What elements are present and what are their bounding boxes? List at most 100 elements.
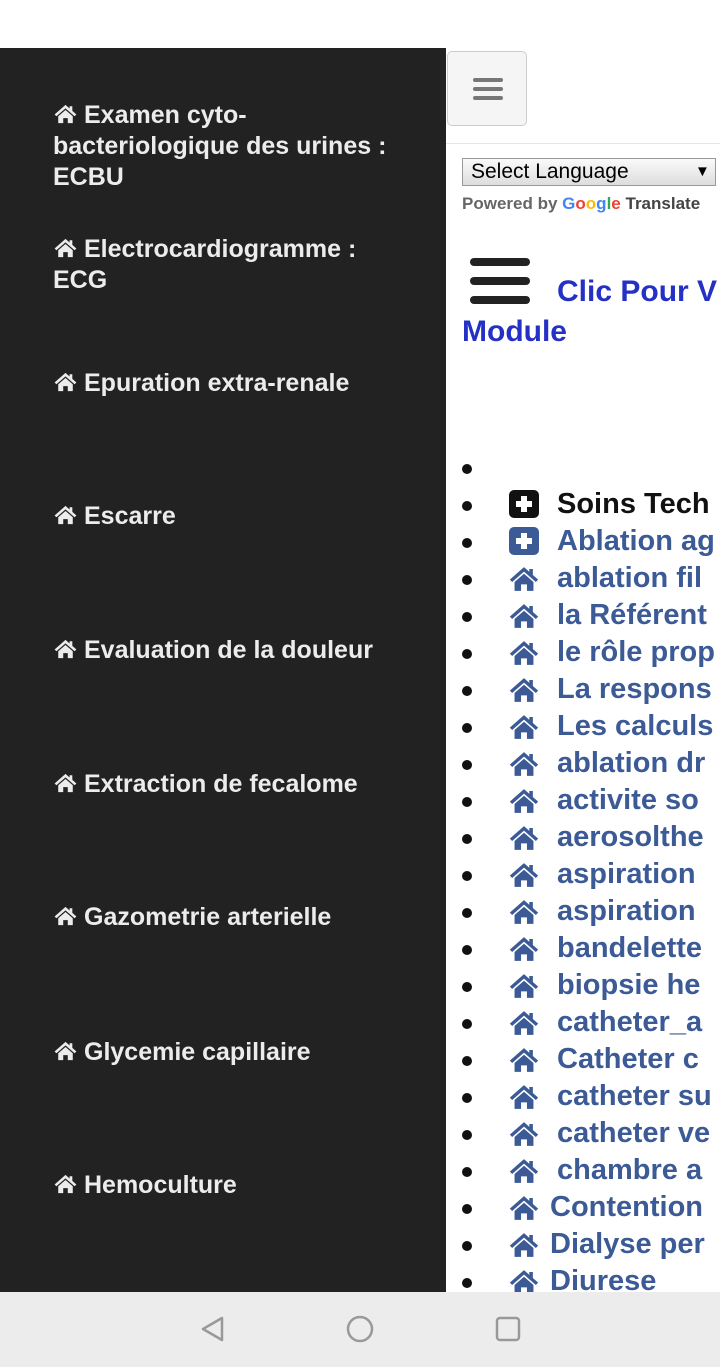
list-item-link[interactable]: Catheter c [557, 1041, 699, 1078]
google-logo: Google [562, 194, 621, 213]
sidebar-item[interactable]: Electrocardiogramme : ECG [53, 234, 413, 296]
home-icon [508, 1231, 540, 1268]
language-select-value: Select Language [471, 160, 629, 183]
bullet [462, 686, 472, 696]
list-item-link[interactable]: ablation dr [557, 745, 705, 782]
sidebar-item-label: Gazometrie arterielle [84, 903, 332, 931]
sidebar-item-label: Epuration extra-renale [84, 369, 350, 397]
list-item-link[interactable]: Ablation ag [557, 523, 715, 560]
bullet [462, 760, 472, 770]
list-item-link[interactable]: catheter_a [557, 1004, 702, 1041]
bullet [462, 908, 472, 918]
language-select[interactable]: Select Language ▼ [462, 158, 716, 186]
list-item-link[interactable]: activite so [557, 782, 699, 819]
home-icon [508, 1046, 540, 1083]
module-link-line1: Clic Pour V [557, 275, 718, 308]
bullet [462, 1093, 472, 1103]
list-item-link[interactable]: aspiration [557, 856, 696, 893]
sidebar-item[interactable]: Evaluation de la douleur [53, 635, 413, 666]
sidebar-item-label: Hemoculture [84, 1171, 237, 1199]
plus-square-icon[interactable] [508, 527, 540, 565]
bullet [462, 612, 472, 622]
home-icon [53, 1038, 84, 1066]
bullet [462, 797, 472, 807]
sidebar-item[interactable]: Glycemie capillaire [53, 1037, 413, 1068]
bullet [462, 982, 472, 992]
sidebar-item[interactable]: Extraction de fecalome [53, 769, 413, 800]
module-link-line2: Module [462, 315, 567, 348]
bullet [462, 834, 472, 844]
home-icon [508, 1120, 540, 1157]
sidebar-item[interactable]: Epuration extra-renale [53, 368, 413, 399]
plus-square-icon[interactable] [508, 490, 540, 528]
home-icon [508, 861, 540, 898]
home-icon [53, 101, 84, 129]
home-icon [53, 1171, 84, 1199]
back-icon[interactable] [198, 1314, 228, 1344]
sidebar-item[interactable]: Hemoculture [53, 1170, 413, 1201]
home-icon [53, 636, 84, 664]
list-item-link[interactable]: Les calculs [557, 708, 713, 745]
bullet [462, 501, 472, 511]
bullet [462, 1278, 472, 1288]
list-item-link[interactable]: Contention [550, 1189, 703, 1226]
android-nav-bar [0, 1292, 720, 1367]
home-icon [508, 898, 540, 935]
bullet [462, 945, 472, 955]
list-item-link[interactable]: aspiration [557, 893, 696, 930]
sidebar-item[interactable]: Gazometrie arterielle [53, 902, 413, 933]
home-icon [508, 824, 540, 861]
list-item-link[interactable]: Dialyse per [550, 1226, 705, 1263]
sidebar: Examen cyto-bacteriologique des urines :… [0, 48, 446, 1292]
sidebar-item[interactable]: Examen cyto-bacteriologique des urines :… [53, 100, 413, 193]
list-item-link[interactable]: catheter ve [557, 1115, 710, 1152]
home-icon [53, 770, 84, 798]
divider [446, 143, 720, 144]
powered-by-label: Powered by [462, 194, 558, 213]
home-icon [508, 602, 540, 639]
home-icon [508, 1194, 540, 1231]
home-icon [508, 1083, 540, 1120]
bullet [462, 575, 472, 585]
list-item-link[interactable]: biopsie he [557, 967, 700, 1004]
list-item-link[interactable]: aerosolthe [557, 819, 704, 856]
bullet [462, 538, 472, 548]
main-content: Select Language ▼ Powered by Google Tran… [446, 48, 720, 1292]
translate-link[interactable]: Translate [626, 194, 701, 213]
list-item-link[interactable]: Diurese [550, 1263, 656, 1292]
bullet [462, 1056, 472, 1066]
home-icon [508, 1157, 540, 1194]
list-item-link[interactable]: la Référent [557, 597, 707, 634]
home-circle-icon[interactable] [345, 1314, 375, 1344]
list-item-link[interactable]: Soins Tech [557, 486, 710, 523]
list-item-link[interactable]: bandelette [557, 930, 702, 967]
menu-toggle-button[interactable] [447, 51, 527, 126]
home-icon [508, 565, 540, 602]
sidebar-item-label: Electrocardiogramme : ECG [53, 235, 357, 294]
menu-icon [473, 78, 503, 82]
list-item-link[interactable]: le rôle prop [557, 634, 715, 671]
sidebar-item-label: Evaluation de la douleur [84, 636, 373, 664]
recents-icon[interactable] [493, 1314, 523, 1344]
bullet [462, 1130, 472, 1140]
bullet [462, 1019, 472, 1029]
bullet [462, 723, 472, 733]
home-icon [53, 502, 84, 530]
home-icon [53, 369, 84, 397]
sidebar-item[interactable]: Escarre [53, 501, 413, 532]
sidebar-item-label: Extraction de fecalome [84, 770, 358, 798]
home-icon [508, 639, 540, 676]
menu-icon-bar [473, 96, 503, 100]
module-link[interactable]: Clic Pour V Module [462, 272, 720, 352]
home-icon [508, 1009, 540, 1046]
bullet [462, 464, 472, 474]
bullet [462, 1167, 472, 1177]
sidebar-item-label: Glycemie capillaire [84, 1038, 311, 1066]
list-item-link[interactable]: catheter su [557, 1078, 712, 1115]
list-item-link[interactable]: chambre a [557, 1152, 702, 1189]
list-item-link[interactable]: La respons [557, 671, 712, 708]
list-item-link[interactable]: ablation fil [557, 560, 702, 597]
home-icon [508, 935, 540, 972]
home-icon [508, 787, 540, 824]
home-icon [53, 903, 84, 931]
